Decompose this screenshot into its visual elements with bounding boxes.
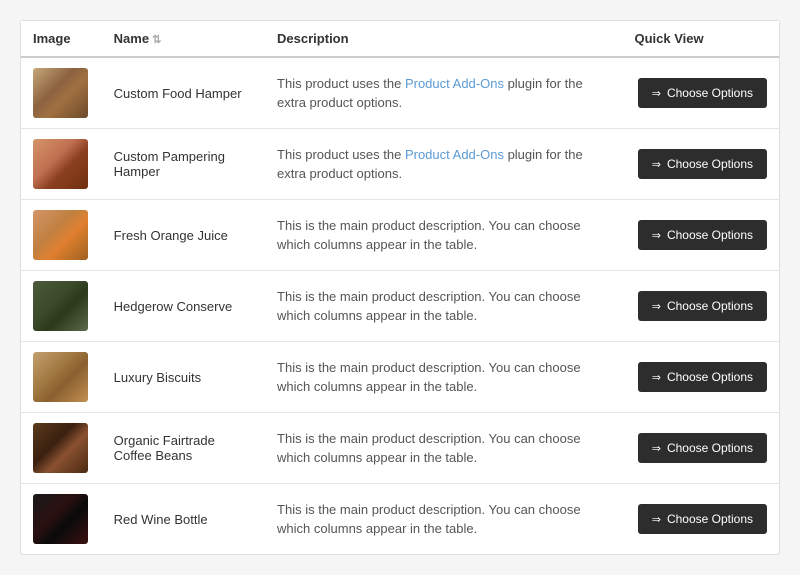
table-row: Custom Food HamperThis product uses the … (21, 57, 779, 129)
arrow-icon: ⇒ (652, 513, 661, 526)
table-header-row: Image Name Description Quick View (21, 21, 779, 57)
choose-options-button[interactable]: ⇒ Choose Options (638, 504, 767, 534)
arrow-icon: ⇒ (652, 87, 661, 100)
choose-options-button[interactable]: ⇒ Choose Options (638, 362, 767, 392)
quickview-cell: ⇒ Choose Options (622, 413, 779, 484)
product-description: This is the main product description. Yo… (265, 484, 622, 555)
table-row: Custom Pampering HamperThis product uses… (21, 129, 779, 200)
table-row: Luxury BiscuitsThis is the main product … (21, 342, 779, 413)
arrow-icon: ⇒ (652, 442, 661, 455)
product-image-cell (21, 484, 102, 555)
col-header-description: Description (265, 21, 622, 57)
product-image (33, 423, 88, 473)
product-name: Fresh Orange Juice (102, 200, 265, 271)
col-header-name[interactable]: Name (102, 21, 265, 57)
arrow-icon: ⇒ (652, 300, 661, 313)
product-table-container: Image Name Description Quick View Custom… (20, 20, 780, 555)
table-row: Organic Fairtrade Coffee BeansThis is th… (21, 413, 779, 484)
product-description: This is the main product description. Yo… (265, 271, 622, 342)
product-image (33, 352, 88, 402)
quickview-cell: ⇒ Choose Options (622, 129, 779, 200)
table-row: Fresh Orange JuiceThis is the main produ… (21, 200, 779, 271)
choose-options-label: Choose Options (667, 299, 753, 313)
product-image (33, 68, 88, 118)
product-name: Organic Fairtrade Coffee Beans (102, 413, 265, 484)
quickview-cell: ⇒ Choose Options (622, 342, 779, 413)
product-name: Luxury Biscuits (102, 342, 265, 413)
product-image-cell (21, 200, 102, 271)
product-description: This product uses the Product Add-Ons pl… (265, 57, 622, 129)
choose-options-label: Choose Options (667, 157, 753, 171)
choose-options-button[interactable]: ⇒ Choose Options (638, 78, 767, 108)
product-image (33, 210, 88, 260)
product-image (33, 281, 88, 331)
table-row: Red Wine BottleThis is the main product … (21, 484, 779, 555)
arrow-icon: ⇒ (652, 158, 661, 171)
quickview-cell: ⇒ Choose Options (622, 200, 779, 271)
description-text: This product uses the (277, 76, 405, 91)
quickview-cell: ⇒ Choose Options (622, 484, 779, 555)
product-name: Red Wine Bottle (102, 484, 265, 555)
product-addons-link[interactable]: Product Add-Ons (405, 76, 504, 91)
choose-options-button[interactable]: ⇒ Choose Options (638, 220, 767, 250)
product-description: This is the main product description. Yo… (265, 200, 622, 271)
choose-options-label: Choose Options (667, 512, 753, 526)
product-description: This product uses the Product Add-Ons pl… (265, 129, 622, 200)
product-image-cell (21, 57, 102, 129)
product-name: Custom Pampering Hamper (102, 129, 265, 200)
product-image-cell (21, 129, 102, 200)
choose-options-label: Choose Options (667, 441, 753, 455)
choose-options-button[interactable]: ⇒ Choose Options (638, 433, 767, 463)
quickview-cell: ⇒ Choose Options (622, 57, 779, 129)
product-image-cell (21, 342, 102, 413)
choose-options-button[interactable]: ⇒ Choose Options (638, 149, 767, 179)
product-image (33, 494, 88, 544)
product-image-cell (21, 271, 102, 342)
choose-options-label: Choose Options (667, 228, 753, 242)
choose-options-label: Choose Options (667, 370, 753, 384)
description-text: This product uses the (277, 147, 405, 162)
product-name: Custom Food Hamper (102, 57, 265, 129)
table-row: Hedgerow ConserveThis is the main produc… (21, 271, 779, 342)
product-image (33, 139, 88, 189)
quickview-cell: ⇒ Choose Options (622, 271, 779, 342)
product-table: Image Name Description Quick View Custom… (21, 21, 779, 554)
arrow-icon: ⇒ (652, 229, 661, 242)
product-image-cell (21, 413, 102, 484)
product-name: Hedgerow Conserve (102, 271, 265, 342)
arrow-icon: ⇒ (652, 371, 661, 384)
choose-options-label: Choose Options (667, 86, 753, 100)
col-header-quickview: Quick View (622, 21, 779, 57)
product-addons-link[interactable]: Product Add-Ons (405, 147, 504, 162)
choose-options-button[interactable]: ⇒ Choose Options (638, 291, 767, 321)
product-description: This is the main product description. Yo… (265, 342, 622, 413)
product-description: This is the main product description. Yo… (265, 413, 622, 484)
col-header-image: Image (21, 21, 102, 57)
